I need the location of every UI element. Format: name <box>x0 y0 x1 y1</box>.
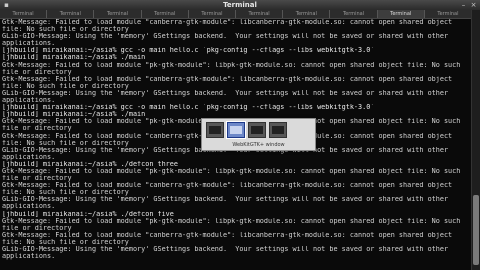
terminal-line: Gtk-Message: Failed to load module "pk-g… <box>2 61 461 69</box>
terminal-line: GLib-GIO-Message: Using the 'memory' GSe… <box>2 246 449 253</box>
scrollbar[interactable] <box>471 10 480 270</box>
terminal-line: [jhbuild] miraikanai:~/asia% gcc -o main… <box>2 104 375 112</box>
switcher-window-other-2[interactable] <box>269 122 287 138</box>
terminal-window: ▪ Terminal – × Terminal Terminal Termina… <box>0 0 480 270</box>
tab-terminal-1[interactable]: Terminal <box>0 10 48 18</box>
terminal-line: applications. <box>2 203 56 211</box>
terminal-line: applications. <box>2 97 56 105</box>
terminal-line: GLib-GIO-Message: Using the 'memory' GSe… <box>2 89 449 97</box>
switcher-window-webkit-selected[interactable] <box>226 121 246 139</box>
terminal-line: applications. <box>2 40 56 48</box>
switcher-caption: WebKitGTK+ window <box>232 142 285 148</box>
terminal-line: Gtk-Message: Failed to load module "pk-g… <box>2 167 461 175</box>
terminal-line: file or directory <box>2 68 72 76</box>
terminal-line: Gtk-Message: Failed to load module "canb… <box>2 75 453 83</box>
terminal-line: file or directory <box>2 175 72 183</box>
terminal-line: applications. <box>2 253 56 261</box>
window-title: Terminal <box>223 1 257 9</box>
terminal-line: file or directory <box>2 224 72 232</box>
tab-terminal-10[interactable]: Terminal <box>425 10 473 18</box>
terminal-line: Gtk-Message: Failed to load module "pk-g… <box>2 217 461 225</box>
terminal-line: [jhbuild] miraikanai:~/asia% ./main <box>2 54 146 62</box>
switcher-window-terminal[interactable] <box>206 122 224 138</box>
switcher-window-other[interactable] <box>248 122 266 138</box>
terminal-line: Gtk-Message: Failed to load module "canb… <box>2 19 453 26</box>
terminal-line: [jhbuild] miraikanai:~/asia% gcc -o main… <box>2 47 375 55</box>
tab-bar: Terminal Terminal Terminal Terminal Term… <box>0 10 473 19</box>
terminal-line: applications. <box>2 153 56 161</box>
terminal-line: file: No such file or directory <box>2 82 129 90</box>
tab-terminal-8[interactable]: Terminal <box>330 10 378 18</box>
tab-terminal-7[interactable]: Terminal <box>283 10 331 18</box>
terminal-line: Gtk-Message: Failed to load module "canb… <box>2 182 453 190</box>
tab-terminal-2[interactable]: Terminal <box>47 10 95 18</box>
terminal-line: file: No such file or directory <box>2 189 129 197</box>
tab-terminal-5[interactable]: Terminal <box>189 10 237 18</box>
terminal-line: [jhbuild] miraikanai:~/asia% ./defcon fi… <box>2 210 174 218</box>
terminal-line: file: No such file or directory <box>2 238 129 246</box>
scrollbar-thumb[interactable] <box>473 195 479 265</box>
minimize-button[interactable]: – <box>459 1 468 9</box>
terminal-line: Gtk-Message: Failed to load module "canb… <box>2 231 453 239</box>
terminal-line: [jhbuild] miraikanai:~/asia% ./defcon th… <box>2 160 178 168</box>
tab-terminal-9[interactable]: Terminal <box>377 10 425 18</box>
close-button[interactable]: × <box>469 1 478 9</box>
window-switcher: WebKitGTK+ window <box>201 118 316 151</box>
tab-terminal-6[interactable]: Terminal <box>236 10 284 18</box>
tab-terminal-3[interactable]: Terminal <box>94 10 142 18</box>
tab-terminal-4[interactable]: Terminal <box>142 10 189 18</box>
terminal-line: GLib-GIO-Message: Using the 'memory' GSe… <box>2 33 449 41</box>
terminal-line: file: No such file or directory <box>2 26 129 34</box>
terminal-line: GLib-GIO-Message: Using the 'memory' GSe… <box>2 196 449 204</box>
